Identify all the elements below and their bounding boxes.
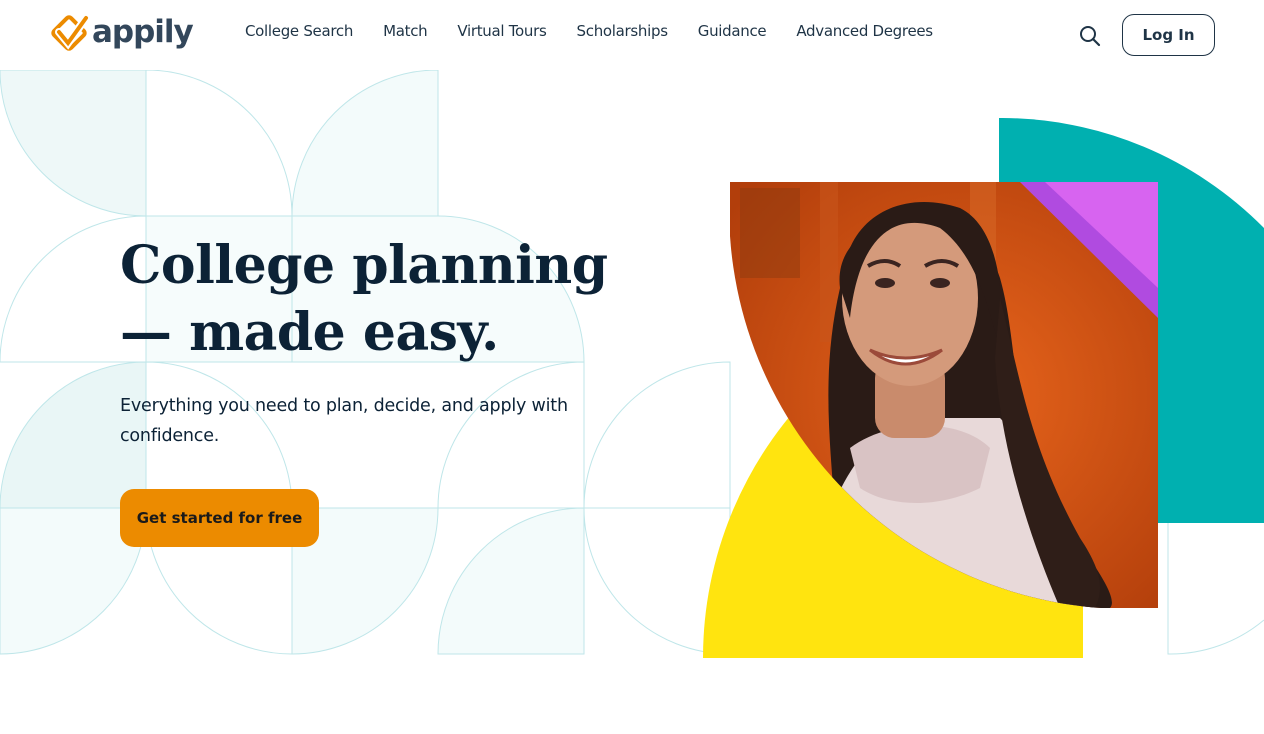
nav-item-virtual-tours[interactable]: Virtual Tours — [457, 22, 546, 40]
get-started-button[interactable]: Get started for free — [120, 489, 319, 547]
hero-title: College planning — made easy. — [120, 232, 680, 366]
hero-title-line-1: College planning — [120, 235, 608, 296]
nav-item-advanced-degrees[interactable]: Advanced Degrees — [796, 22, 933, 40]
search-button[interactable] — [1078, 24, 1102, 48]
hero-graphic — [703, 118, 1264, 658]
site-header: appily College Search Match Virtual Tour… — [0, 0, 1264, 70]
search-icon — [1080, 26, 1101, 47]
check-mark-diamond-icon — [51, 14, 90, 51]
nav-item-match[interactable]: Match — [383, 22, 428, 40]
login-button[interactable]: Log In — [1122, 14, 1215, 56]
nav-item-guidance[interactable]: Guidance — [698, 22, 767, 40]
main-nav: College Search Match Virtual Tours Schol… — [245, 22, 963, 40]
brand-name: appily — [92, 14, 194, 50]
hero-subtitle: Everything you need to plan, decide, and… — [120, 396, 568, 446]
nav-item-college-search[interactable]: College Search — [245, 22, 353, 40]
hero-title-line-2: — made easy. — [120, 302, 499, 363]
appily-logo[interactable]: appily — [50, 14, 194, 54]
nav-item-scholarships[interactable]: Scholarships — [577, 22, 669, 40]
